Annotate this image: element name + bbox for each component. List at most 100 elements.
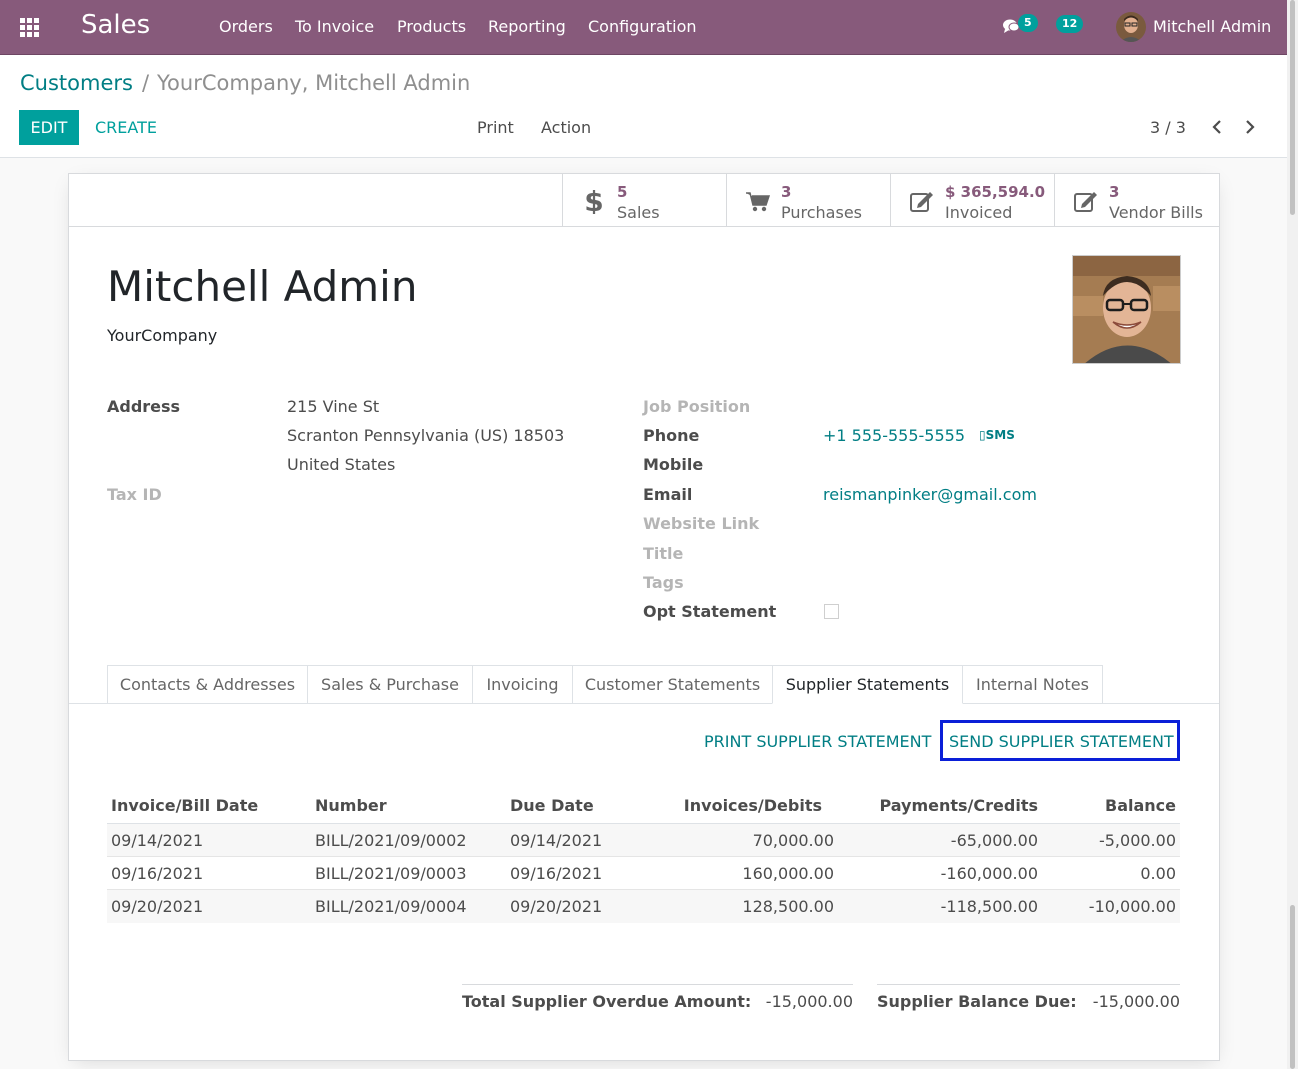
breadcrumb-current: YourCompany, Mitchell Admin [157,71,471,95]
vendor-bills-label: Vendor Bills [1109,203,1203,222]
mobile-icon: ▯ [979,428,986,442]
phone-label: Phone [643,426,700,445]
row-date: 09/14/2021 [111,831,204,850]
partner-company[interactable]: YourCompany [107,326,217,345]
partner-name: Mitchell Admin [107,262,418,311]
row-debits: 70,000.00 [752,831,834,850]
purchases-label: Purchases [781,203,862,222]
row-credits: -160,000.00 [940,864,1038,883]
create-button[interactable]: CREATE [95,118,157,137]
invoiced-smart-button[interactable]: $ 365,594.0 Invoiced [890,174,1055,227]
mobile-label: Mobile [643,455,704,474]
invoiced-label: Invoiced [945,203,1013,222]
purchases-smart-button[interactable]: 3 Purchases [726,174,891,227]
tab-customer-statements[interactable]: Customer Statements [572,665,773,704]
tags-label: Tags [643,573,684,592]
tab-supplier-statements[interactable]: Supplier Statements [772,665,963,704]
sales-smart-button[interactable]: $ 5 Sales [562,174,727,227]
balance-due-label: Supplier Balance Due: [877,992,1077,1011]
menu-reporting[interactable]: Reporting [488,17,566,36]
app-brand[interactable]: Sales [81,10,150,40]
print-supplier-statement-button[interactable]: PRINT SUPPLIER STATEMENT [704,732,931,751]
vendor-bills-count: 3 [1109,183,1120,201]
row-number: BILL/2021/09/0003 [315,864,467,883]
breadcrumb-customers[interactable]: Customers [20,71,133,95]
overdue-divider [462,984,853,985]
cart-icon [746,192,771,212]
purchases-count: 3 [781,183,792,201]
vendor-bills-smart-button[interactable]: 3 Vendor Bills [1054,174,1219,227]
overdue-total-value: -15,000.00 [765,992,853,1011]
row-debits: 160,000.00 [742,864,834,883]
control-panel: Customers / YourCompany, Mitchell Admin … [0,55,1287,158]
row-credits: -65,000.00 [950,831,1038,850]
address-street: 215 Vine St [287,397,380,416]
col-number[interactable]: Number [315,796,387,815]
col-due-date[interactable]: Due Date [510,796,594,815]
address-city: Scranton Pennsylvania (US) 18503 [287,426,565,445]
table-row[interactable]: 09/16/2021 BILL/2021/09/0003 09/16/2021 … [107,857,1180,890]
col-invoice-date[interactable]: Invoice/Bill Date [111,796,258,815]
row-number: BILL/2021/09/0004 [315,897,467,916]
sms-button[interactable]: ▯SMS [979,428,1015,442]
col-payments-credits[interactable]: Payments/Credits [879,796,1038,815]
row-due-date: 09/20/2021 [510,897,603,916]
messages-count-badge[interactable]: 5 [1018,14,1038,32]
row-debits: 128,500.00 [742,897,834,916]
edit-icon [910,192,933,212]
address-label: Address [107,397,181,416]
opt-statement-label: Opt Statement [643,602,777,621]
col-balance[interactable]: Balance [1105,796,1176,815]
balance-due-value: -15,000.00 [1092,992,1180,1011]
user-menu[interactable]: Mitchell Admin [1153,17,1271,36]
tab-sales-purchase[interactable]: Sales & Purchase [307,665,473,704]
row-due-date: 09/14/2021 [510,831,603,850]
activities-count-badge[interactable]: 12 [1056,15,1084,33]
scrollbar-thumb[interactable] [1290,905,1295,1069]
opt-statement-checkbox[interactable] [824,604,839,619]
smart-button-box: $ 5 Sales 3 Purchases $ 365,594.0 Invoic… [69,174,1219,227]
invoiced-amount: $ 365,594.0 [945,183,1046,201]
row-balance: -5,000.00 [1098,831,1176,850]
website-label: Website Link [643,514,760,533]
scrollbar-thumb-top[interactable] [1290,0,1295,215]
pager-next-icon[interactable] [1243,118,1257,136]
balance-divider [877,984,1180,985]
row-number: BILL/2021/09/0002 [315,831,467,850]
menu-configuration[interactable]: Configuration [588,17,697,36]
row-balance: 0.00 [1140,864,1176,883]
col-invoices-debits[interactable]: Invoices/Debits [684,796,822,815]
job-position-label: Job Position [643,397,751,416]
sms-label: SMS [985,428,1015,442]
edit-icon [1074,192,1097,212]
top-navbar: Sales Orders To Invoice Products Reporti… [0,0,1287,55]
apps-menu-icon[interactable] [20,18,40,37]
pager-value[interactable]: 3 / 3 [1150,118,1186,137]
form-sheet: $ 5 Sales 3 Purchases $ 365,594.0 Invoic… [68,173,1220,1061]
edit-button[interactable]: EDIT [19,110,79,145]
breadcrumb-separator: / [142,71,150,95]
partner-photo [1072,255,1181,364]
table-row[interactable]: 09/20/2021 BILL/2021/09/0004 09/20/2021 … [107,890,1180,923]
menu-to-invoice[interactable]: To Invoice [295,17,374,36]
dollar-icon: $ [584,188,603,214]
menu-orders[interactable]: Orders [219,17,273,36]
send-supplier-statement-button[interactable]: SEND SUPPLIER STATEMENT [949,732,1174,751]
svg-text:$: $ [584,188,603,214]
tab-invoicing[interactable]: Invoicing [472,665,573,704]
print-menu[interactable]: Print [477,118,514,137]
row-date: 09/16/2021 [111,864,204,883]
row-due-date: 09/16/2021 [510,864,603,883]
pager-previous-icon[interactable] [1210,118,1224,136]
menu-products[interactable]: Products [397,17,466,36]
overdue-total-label: Total Supplier Overdue Amount: [462,992,752,1011]
user-avatar[interactable] [1116,12,1146,42]
email-link[interactable]: reismanpinker@gmail.com [823,485,1037,504]
tab-contacts-addresses[interactable]: Contacts & Addresses [107,665,308,704]
phone-link[interactable]: +1 555-555-5555 [823,426,965,445]
table-row[interactable]: 09/14/2021 BILL/2021/09/0002 09/14/2021 … [107,824,1180,857]
tax-id-label: Tax ID [107,485,162,504]
row-date: 09/20/2021 [111,897,204,916]
tab-internal-notes[interactable]: Internal Notes [962,665,1103,704]
action-menu[interactable]: Action [541,118,591,137]
